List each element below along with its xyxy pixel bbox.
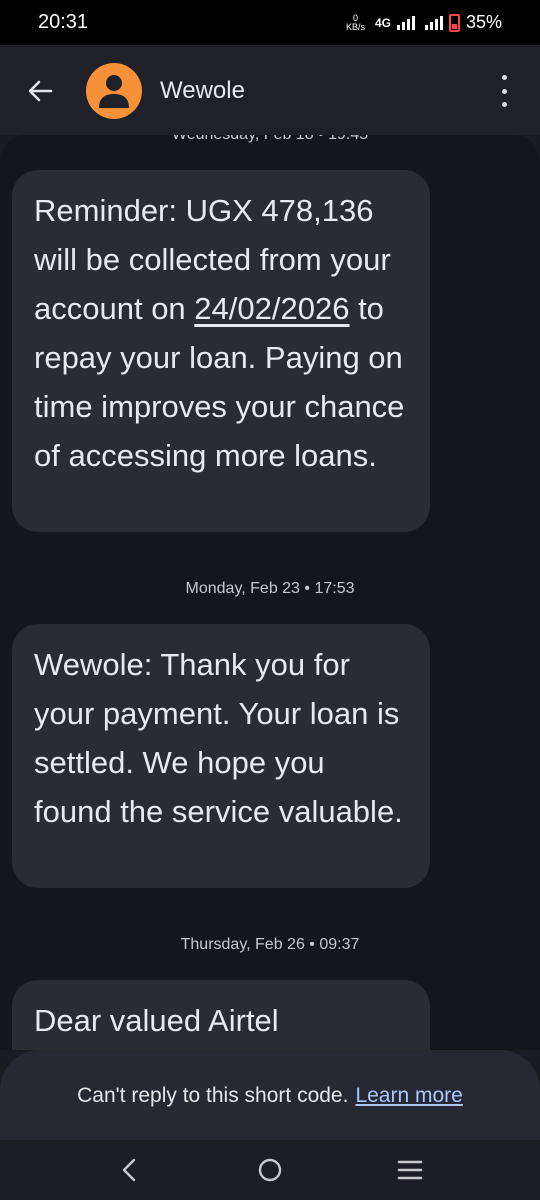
signal-icon	[396, 15, 415, 30]
status-icons: 0 KB/s 4G 35%	[346, 12, 502, 33]
network-type: 4G	[374, 15, 391, 30]
message-text: Wewole: Thank you for your payment. Your…	[34, 647, 403, 829]
back-arrow-icon	[28, 80, 53, 102]
message-bubble[interactable]: Dear valued Airtel	[12, 980, 430, 1050]
battery-level: 35%	[465, 12, 502, 32]
date-separator: Thursday, Feb 26 • 09:37	[180, 936, 360, 953]
status-bar: 20:31 0 KB/s 4G 35%	[0, 0, 540, 45]
network-speed: 0 KB/s	[345, 13, 365, 32]
conversation-header: Wewole	[0, 45, 540, 137]
more-vert-icon	[501, 75, 507, 80]
messages-screen: 20:31 0 KB/s 4G 35% Wewole Reminder: UGX…	[0, 0, 540, 1200]
network-speed-unit: KB/s	[345, 21, 365, 32]
person-icon	[99, 75, 129, 108]
avatar[interactable]	[86, 63, 142, 119]
date-link[interactable]: 24/02/2026	[194, 291, 349, 326]
date-separator: Wednesday, Feb 18 • 19:45	[0, 135, 540, 144]
message-list[interactable]: Wednesday, Feb 18 • 19:45 Reminder: UGX …	[0, 135, 540, 1050]
nav-recents-button[interactable]	[390, 1150, 430, 1190]
system-nav-bar	[0, 1140, 540, 1200]
message-bubble[interactable]: Wewole: Thank you for your payment. Your…	[12, 624, 430, 888]
contact-name: Wewole	[160, 77, 245, 104]
message-text: Dear valued Airtel	[34, 1003, 279, 1038]
back-button[interactable]	[0, 45, 80, 137]
learn-more-link[interactable]: Learn more	[355, 1084, 462, 1108]
reply-notice-bar: Can't reply to this short code. Learn mo…	[0, 1050, 540, 1142]
nav-back-button[interactable]	[110, 1150, 150, 1190]
battery-icon	[448, 13, 460, 32]
date-separator: Monday, Feb 23 • 17:53	[185, 580, 355, 597]
signal-2-icon	[424, 15, 443, 30]
more-options-button[interactable]	[494, 75, 514, 107]
message-bubble[interactable]: Reminder: UGX 478,136 will be collected …	[12, 170, 430, 532]
reply-notice-text: Can't reply to this short code.	[77, 1084, 349, 1107]
nav-back-icon	[122, 1158, 136, 1182]
nav-home-button[interactable]	[250, 1150, 290, 1190]
nav-recents-icon	[397, 1160, 423, 1180]
status-time: 20:31	[38, 11, 89, 33]
nav-home-icon	[258, 1158, 282, 1182]
